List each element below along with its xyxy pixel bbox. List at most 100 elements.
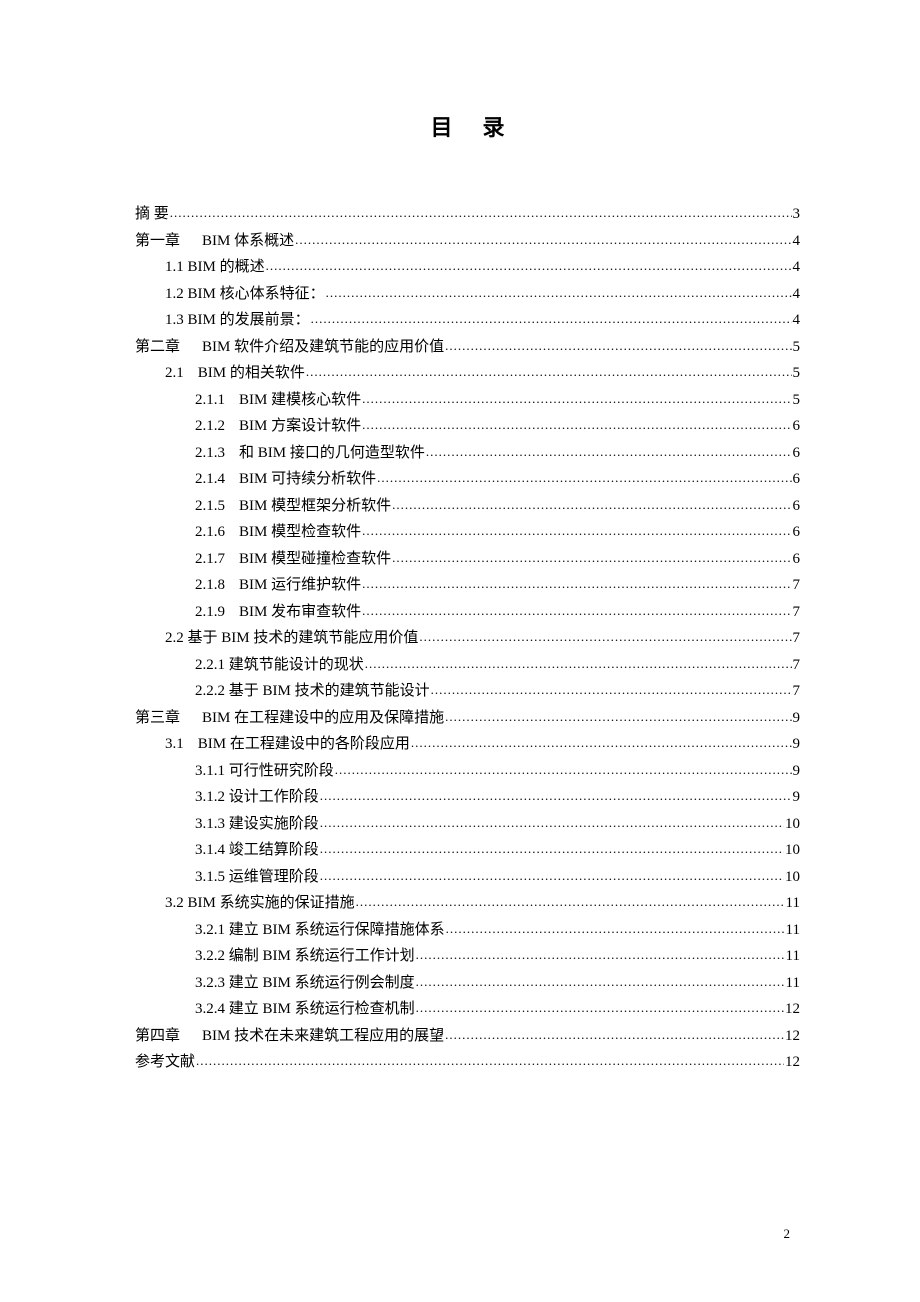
toc-entry-label: 3.1BIM 在工程建设中的各阶段应用 <box>165 732 410 758</box>
toc-entry: 2.1.2BIM 方案设计软件 6 <box>135 414 800 440</box>
toc-entry-label: 2.1.1BIM 建模核心软件 <box>195 388 361 414</box>
toc-entry-page: 7 <box>793 600 801 626</box>
toc-leader-dots <box>416 971 785 997</box>
toc-entry-page: 10 <box>785 865 800 891</box>
toc-leader-dots <box>445 706 791 732</box>
toc-entry: 第四章BIM 技术在未来建筑工程应用的展望 12 <box>135 1024 800 1050</box>
toc-entry-page: 9 <box>793 732 801 758</box>
toc-entry: 2.1.8BIM 运行维护软件7 <box>135 573 800 599</box>
toc-entry-label: 2.1.2BIM 方案设计软件 <box>195 414 361 440</box>
toc-entry: 3.1.3 建设实施阶段 10 <box>135 812 800 838</box>
toc-entry: 2.1.4BIM 可持续分析软件 6 <box>135 467 800 493</box>
toc-entry-label: 2.1BIM 的相关软件 <box>165 361 305 387</box>
toc-entry-page: 6 <box>793 467 801 493</box>
toc-leader-dots <box>362 388 791 414</box>
toc-entry-label: 3.2 BIM 系统实施的保证措施 <box>165 891 355 917</box>
toc-entry: 2.2 基于 BIM 技术的建筑节能应用价值7 <box>135 626 800 652</box>
toc-entry-label: 3.1.3 建设实施阶段 <box>195 812 319 838</box>
toc-entry: 3.1.5 运维管理阶段10 <box>135 865 800 891</box>
toc-entry-page: 5 <box>793 335 801 361</box>
toc-entry-page: 4 <box>793 282 801 308</box>
toc-leader-dots <box>362 414 791 440</box>
toc-entry: 1.1 BIM 的概述 4 <box>135 255 800 281</box>
toc-leader-dots <box>362 600 791 626</box>
toc-entry-page: 12 <box>785 1024 800 1050</box>
toc-entry: 3.1BIM 在工程建设中的各阶段应用 9 <box>135 732 800 758</box>
toc-leader-dots <box>426 441 792 467</box>
toc-entry-label: 2.1.7BIM 模型碰撞检查软件 <box>195 547 391 573</box>
toc-entry-label: 3.2.3 建立 BIM 系统运行例会制度 <box>195 971 415 997</box>
toc-entry: 2.1.3和 BIM 接口的几何造型软件6 <box>135 441 800 467</box>
toc-entry: 2.1BIM 的相关软件5 <box>135 361 800 387</box>
table-of-contents: 摘 要3第一章BIM 体系概述41.1 BIM 的概述41.2 BIM 核心体系… <box>135 202 800 1076</box>
toc-entry-page: 10 <box>785 812 800 838</box>
toc-entry-page: 9 <box>793 759 801 785</box>
toc-leader-dots <box>326 282 792 308</box>
toc-entry: 2.1.5BIM 模型框架分析软件 6 <box>135 494 800 520</box>
toc-leader-dots <box>445 335 791 361</box>
toc-entry-label: 2.1.4BIM 可持续分析软件 <box>195 467 376 493</box>
toc-entry-label: 1.1 BIM 的概述 <box>165 255 265 281</box>
toc-leader-dots <box>295 229 791 255</box>
toc-leader-dots <box>365 653 792 679</box>
toc-leader-dots <box>356 891 785 917</box>
toc-entry-page: 12 <box>785 997 800 1023</box>
toc-entry-label: 1.3 BIM 的发展前景： <box>165 308 310 334</box>
toc-entry-page: 6 <box>793 494 801 520</box>
toc-entry: 2.1.1BIM 建模核心软件 5 <box>135 388 800 414</box>
toc-entry-label: 3.2.4 建立 BIM 系统运行检查机制 <box>195 997 415 1023</box>
toc-leader-dots <box>266 255 792 281</box>
toc-leader-dots <box>306 361 792 387</box>
toc-entry: 第三章BIM 在工程建设中的应用及保障措施 9 <box>135 706 800 732</box>
toc-entry-page: 7 <box>793 679 801 705</box>
toc-leader-dots <box>311 308 792 334</box>
toc-entry: 3.2.3 建立 BIM 系统运行例会制度11 <box>135 971 800 997</box>
toc-entry-page: 7 <box>793 573 801 599</box>
toc-entry: 摘 要 3 <box>135 202 800 228</box>
toc-entry-page: 6 <box>793 547 801 573</box>
toc-leader-dots <box>320 785 792 811</box>
toc-entry-label: 第三章BIM 在工程建设中的应用及保障措施 <box>135 706 444 732</box>
toc-entry: 3.1.2 设计工作阶段9 <box>135 785 800 811</box>
toc-leader-dots <box>320 812 784 838</box>
toc-entry: 2.1.6BIM 模型检查软件6 <box>135 520 800 546</box>
page-number: 2 <box>784 1226 791 1242</box>
toc-entry-label: 第二章BIM 软件介绍及建筑节能的应用价值 <box>135 335 444 361</box>
toc-leader-dots <box>320 838 784 864</box>
toc-title: 目录 <box>135 110 800 142</box>
toc-entry-label: 摘 要 <box>135 202 169 228</box>
toc-entry: 3.2.2 编制 BIM 系统运行工作计划11 <box>135 944 800 970</box>
toc-entry-page: 11 <box>786 891 800 917</box>
toc-entry: 3.2.4 建立 BIM 系统运行检查机制 12 <box>135 997 800 1023</box>
toc-entry-page: 9 <box>793 706 801 732</box>
toc-entry-label: 2.2.2 基于 BIM 技术的建筑节能设计 <box>195 679 430 705</box>
toc-entry-label: 第四章BIM 技术在未来建筑工程应用的展望 <box>135 1024 444 1050</box>
toc-entry-page: 6 <box>793 414 801 440</box>
toc-entry: 参考文献12 <box>135 1050 800 1076</box>
toc-entry-label: 1.2 BIM 核心体系特征： <box>165 282 325 308</box>
toc-entry-page: 4 <box>793 255 801 281</box>
toc-leader-dots <box>411 732 792 758</box>
toc-leader-dots <box>196 1050 784 1076</box>
toc-leader-dots <box>170 202 792 228</box>
toc-leader-dots <box>362 520 791 546</box>
toc-entry: 3.1.4 竣工结算阶段10 <box>135 838 800 864</box>
toc-entry-page: 3 <box>793 202 801 228</box>
toc-entry-label: 2.1.9BIM 发布审查软件 <box>195 600 361 626</box>
toc-entry: 3.2.1 建立 BIM 系统运行保障措施体系11 <box>135 918 800 944</box>
toc-leader-dots <box>416 997 784 1023</box>
toc-entry: 3.1.1 可行性研究阶段9 <box>135 759 800 785</box>
toc-entry-page: 5 <box>793 388 801 414</box>
toc-entry-label: 3.2.1 建立 BIM 系统运行保障措施体系 <box>195 918 445 944</box>
toc-entry-label: 2.1.5BIM 模型框架分析软件 <box>195 494 391 520</box>
toc-entry-label: 2.1.6BIM 模型检查软件 <box>195 520 361 546</box>
toc-entry-label: 2.2 基于 BIM 技术的建筑节能应用价值 <box>165 626 418 652</box>
toc-entry: 2.1.9BIM 发布审查软件 7 <box>135 600 800 626</box>
toc-entry: 2.2.2 基于 BIM 技术的建筑节能设计 7 <box>135 679 800 705</box>
toc-leader-dots <box>431 679 792 705</box>
toc-leader-dots <box>392 494 791 520</box>
toc-leader-dots <box>377 467 791 493</box>
toc-leader-dots <box>446 918 785 944</box>
toc-entry: 1.2 BIM 核心体系特征： 4 <box>135 282 800 308</box>
toc-leader-dots <box>419 626 791 652</box>
